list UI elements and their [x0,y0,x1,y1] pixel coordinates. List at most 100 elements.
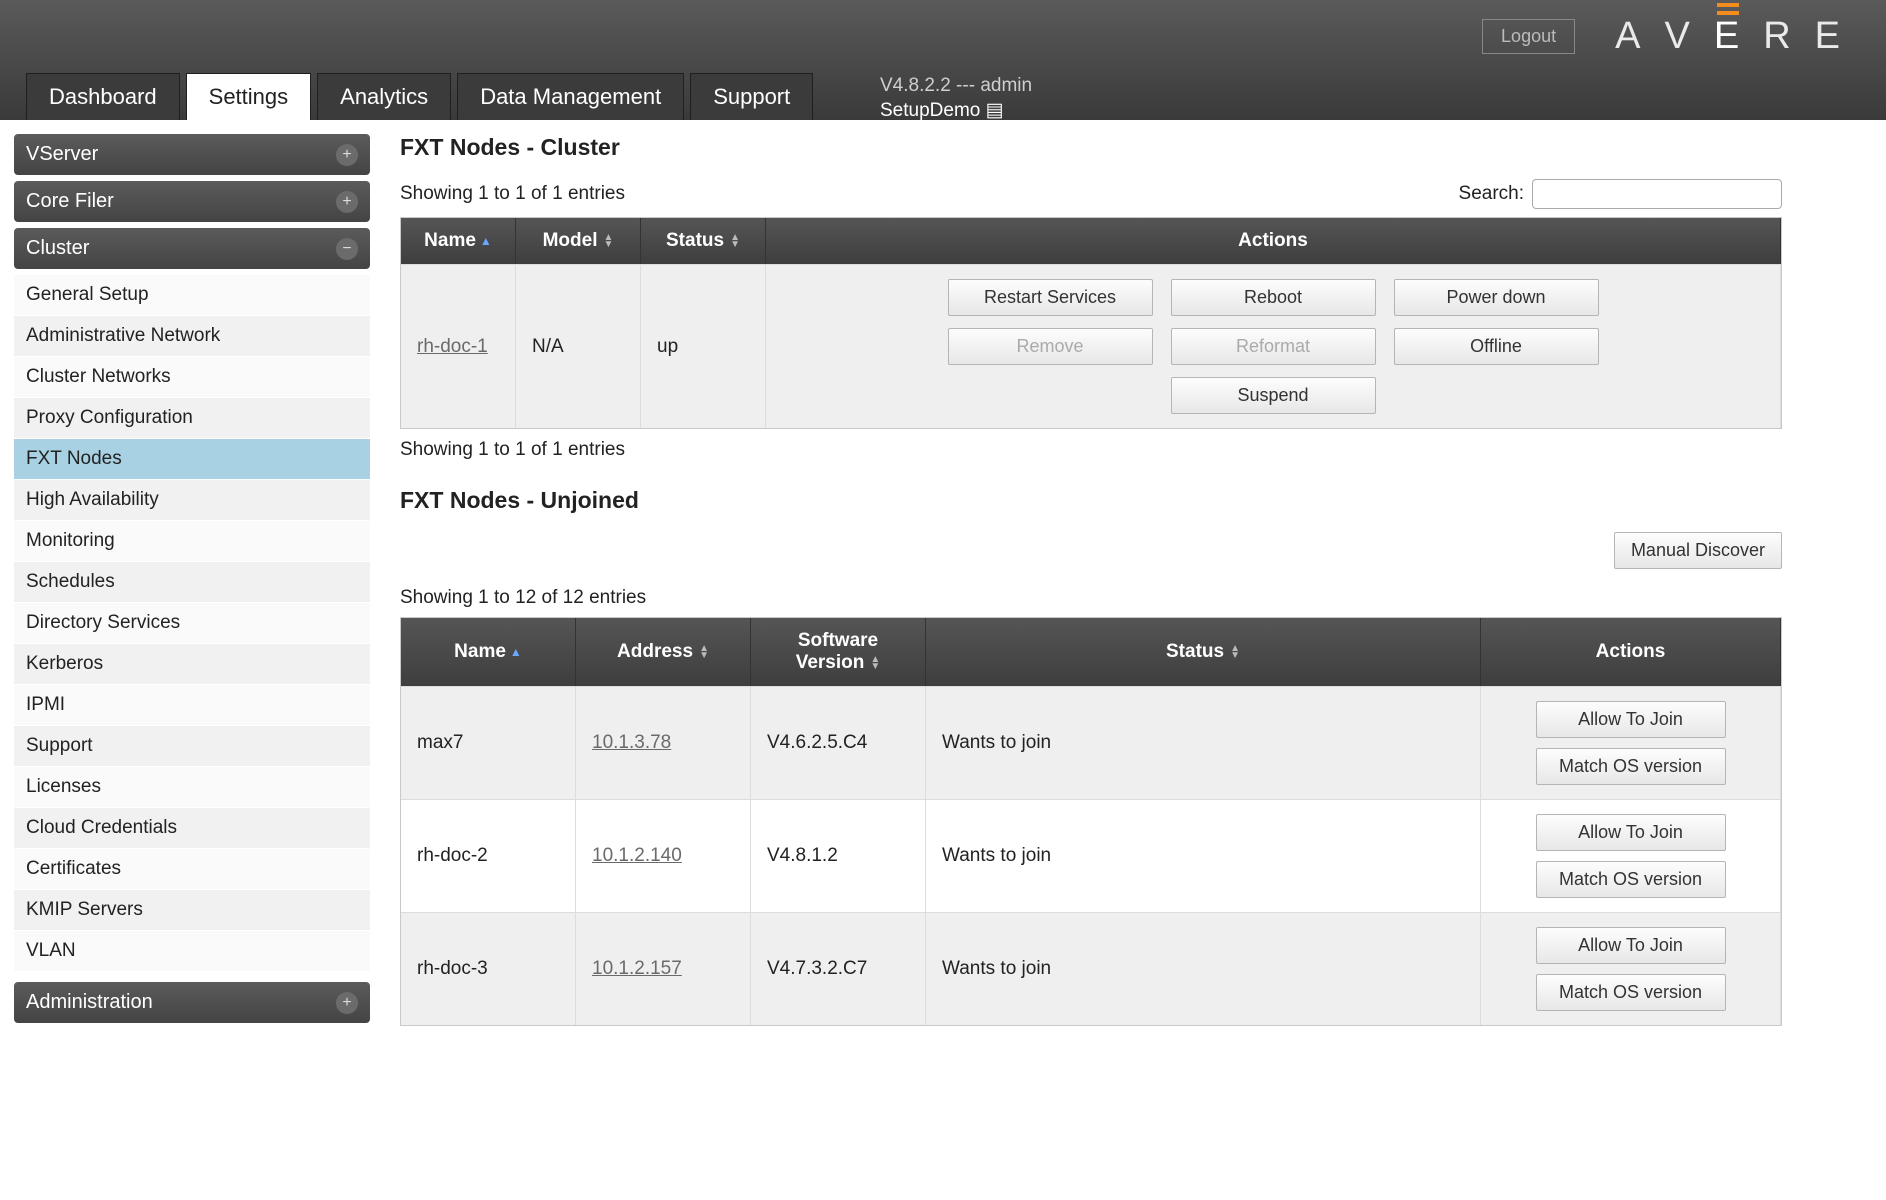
tab-analytics[interactable]: Analytics [317,73,451,120]
header-meta: V4.8.2.2 --- admin SetupDemo ▤ [880,74,1032,123]
node-address-link[interactable]: 10.1.2.157 [592,958,682,979]
sort-icon: ▲▼ [699,645,709,659]
section-heading-cluster: FXT Nodes - Cluster [400,134,1782,161]
entries-info-unjoined: Showing 1 to 12 of 12 entries [400,587,646,609]
cluster-nodes-table: Name▲ Model▲▼ Status▲▼ Actions rh-doc-1 … [400,217,1782,429]
match-os-button[interactable]: Match OS version [1536,974,1726,1011]
node-status: Wants to join [926,799,1481,912]
sort-asc-icon: ▲ [480,234,492,248]
entries-info-top: Showing 1 to 1 of 1 entries [400,183,625,205]
sidebar-item-kmip-servers[interactable]: KMIP Servers [14,890,370,931]
sort-icon: ▲▼ [870,656,880,670]
table-row: rh-doc-1 N/A up Restart Services Reboot … [401,264,1781,428]
sidebar-section-label: Core Filer [26,190,114,213]
app-header: Logout A V E R E V4.8.2.2 --- admin Setu… [0,0,1886,120]
sidebar-section-vserver[interactable]: VServer + [14,134,370,175]
node-version: V4.6.2.5.C4 [751,686,926,799]
node-name: rh-doc-2 [401,799,576,912]
col-status[interactable]: Status▲▼ [926,618,1481,686]
match-os-button[interactable]: Match OS version [1536,748,1726,785]
unjoined-nodes-table: Name▲ Address▲▼ Software Version▲▼ Statu… [400,617,1782,1026]
sidebar-section-label: VServer [26,143,98,166]
sidebar-section-label: Cluster [26,237,89,260]
sidebar-section-label: Administration [26,991,153,1014]
sidebar-item-administrative-network[interactable]: Administrative Network [14,316,370,357]
sidebar-item-schedules[interactable]: Schedules [14,562,370,603]
col-actions: Actions [766,218,1781,264]
logout-button[interactable]: Logout [1482,19,1575,54]
search-label: Search: [1459,183,1524,205]
node-status: Wants to join [926,686,1481,799]
entries-info-bottom: Showing 1 to 1 of 1 entries [400,439,625,461]
search-input[interactable] [1532,179,1782,209]
sidebar-item-kerberos[interactable]: Kerberos [14,644,370,685]
sidebar-section-administration[interactable]: Administration + [14,982,370,1023]
sort-icon: ▲▼ [603,234,613,248]
sidebar-item-support[interactable]: Support [14,726,370,767]
allow-to-join-button[interactable]: Allow To Join [1536,927,1726,964]
sidebar-item-monitoring[interactable]: Monitoring [14,521,370,562]
match-os-button[interactable]: Match OS version [1536,861,1726,898]
sidebar-section-core-filer[interactable]: Core Filer + [14,181,370,222]
plus-icon: + [336,992,358,1014]
node-name: max7 [401,686,576,799]
col-name[interactable]: Name▲ [401,218,516,264]
allow-to-join-button[interactable]: Allow To Join [1536,814,1726,851]
restart-services-button[interactable]: Restart Services [948,279,1153,316]
col-version[interactable]: Software Version▲▼ [751,618,926,686]
plus-icon: + [336,144,358,166]
node-status: up [641,264,766,428]
power-down-button[interactable]: Power down [1394,279,1599,316]
table-row: rh-doc-3 10.1.2.157 V4.7.3.2.C7Wants to jo… [401,912,1781,1025]
sidebar-item-proxy-configuration[interactable]: Proxy Configuration [14,398,370,439]
node-name: rh-doc-3 [401,912,576,1025]
col-model[interactable]: Model▲▼ [516,218,641,264]
sidebar-item-directory-services[interactable]: Directory Services [14,603,370,644]
sidebar-item-certificates[interactable]: Certificates [14,849,370,890]
sidebar-item-ipmi[interactable]: IPMI [14,685,370,726]
cluster-name: SetupDemo [880,100,980,121]
primary-tabs: DashboardSettingsAnalyticsData Managemen… [26,73,813,120]
node-address-link[interactable]: 10.1.3.78 [592,732,671,753]
suspend-button[interactable]: Suspend [1171,377,1376,414]
sort-icon: ▲▼ [1230,645,1240,659]
node-version: V4.8.1.2 [751,799,926,912]
allow-to-join-button[interactable]: Allow To Join [1536,701,1726,738]
tab-data-management[interactable]: Data Management [457,73,684,120]
dropdown-icon[interactable]: ▤ [986,100,1004,121]
col-status[interactable]: Status▲▼ [641,218,766,264]
remove-button[interactable]: Remove [948,328,1153,365]
content-area: FXT Nodes - Cluster Showing 1 to 1 of 1 … [400,134,1872,1029]
tab-settings[interactable]: Settings [186,73,312,120]
node-name-link[interactable]: rh-doc-1 [417,336,488,357]
sidebar: VServer + Core Filer + Cluster − General Setup… [14,134,370,1029]
minus-icon: − [336,238,358,260]
sidebar-item-licenses[interactable]: Licenses [14,767,370,808]
brand-logo: A V E R E [1615,15,1858,58]
plus-icon: + [336,191,358,213]
col-actions: Actions [1481,618,1781,686]
sidebar-item-general-setup[interactable]: General Setup [14,275,370,316]
sidebar-item-high-availability[interactable]: High Availability [14,480,370,521]
sidebar-item-cloud-credentials[interactable]: Cloud Credentials [14,808,370,849]
version-text: V4.8.2.2 --- admin [880,74,1032,99]
table-row: rh-doc-2 10.1.2.140 V4.8.1.2Wants to join A… [401,799,1781,912]
sort-asc-icon: ▲ [510,645,522,659]
tab-support[interactable]: Support [690,73,813,120]
node-status: Wants to join [926,912,1481,1025]
reformat-button[interactable]: Reformat [1171,328,1376,365]
table-row: max7 10.1.3.78 V4.6.2.5.C4Wants to join All… [401,686,1781,799]
node-address-link[interactable]: 10.1.2.140 [592,845,682,866]
manual-discover-button[interactable]: Manual Discover [1614,532,1782,569]
reboot-button[interactable]: Reboot [1171,279,1376,316]
offline-button[interactable]: Offline [1394,328,1599,365]
node-version: V4.7.3.2.C7 [751,912,926,1025]
tab-dashboard[interactable]: Dashboard [26,73,180,120]
sidebar-item-vlan[interactable]: VLAN [14,931,370,972]
sidebar-item-fxt-nodes[interactable]: FXT Nodes [14,439,370,480]
sidebar-item-cluster-networks[interactable]: Cluster Networks [14,357,370,398]
sidebar-section-cluster[interactable]: Cluster − [14,228,370,269]
section-heading-unjoined: FXT Nodes - Unjoined [400,487,1782,514]
col-name[interactable]: Name▲ [401,618,576,686]
col-address[interactable]: Address▲▼ [576,618,751,686]
